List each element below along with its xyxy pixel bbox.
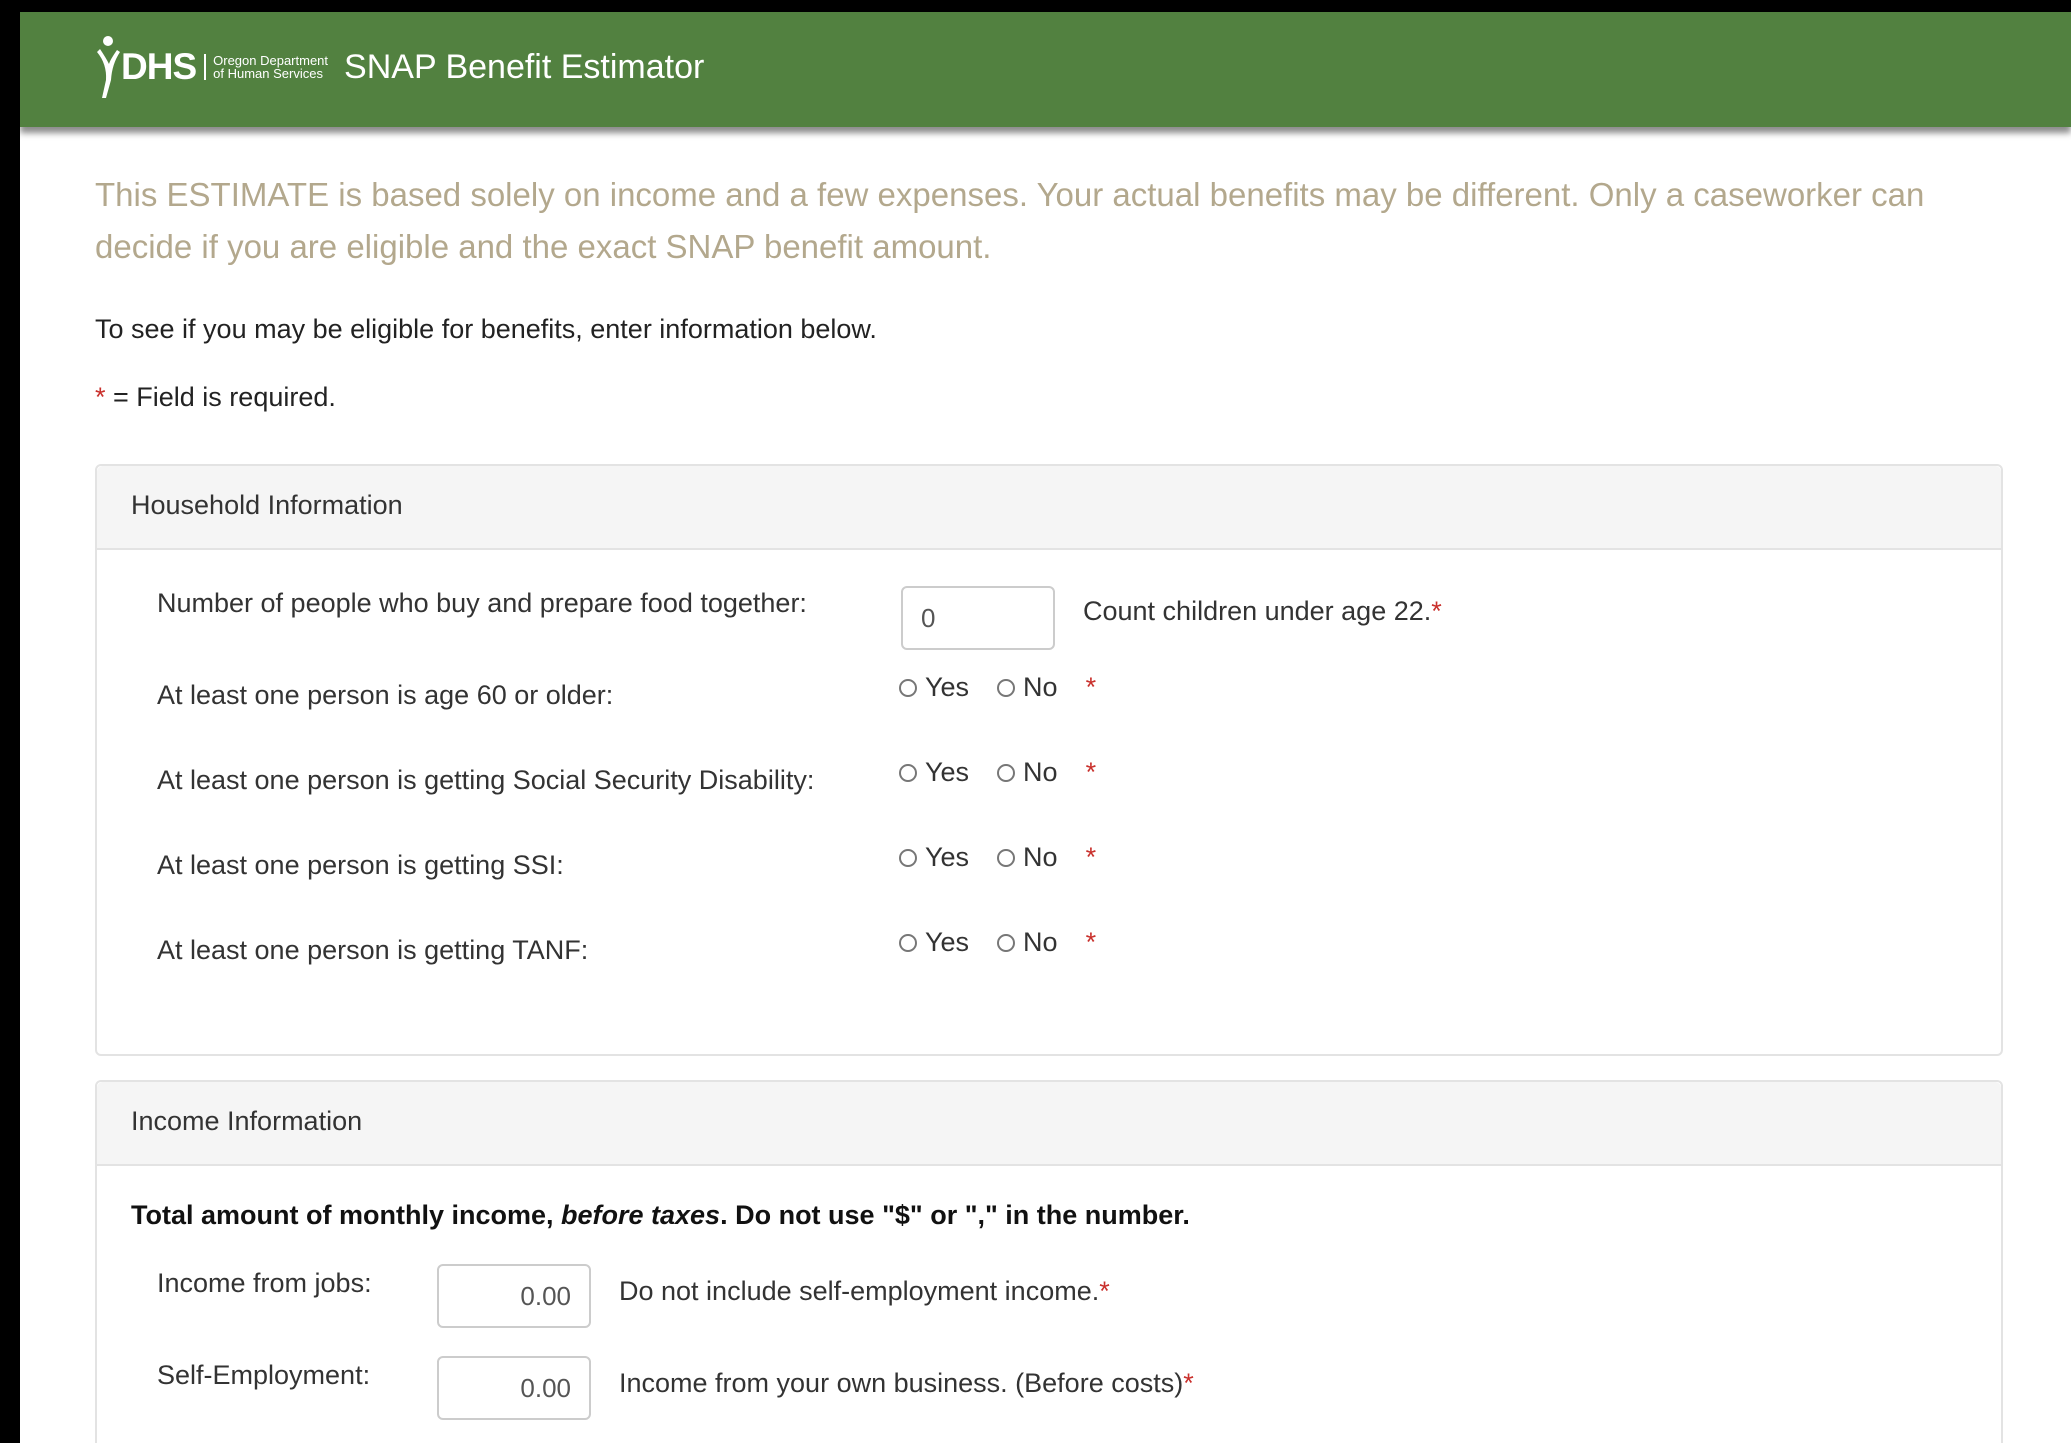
age-60-no-radio[interactable] [997,678,1016,697]
ssd-radio-group: Yes No * [899,757,1096,788]
required-star: * [95,382,106,412]
required-legend: * = Field is required. [95,382,336,413]
app-title: SNAP Benefit Estimator [344,47,705,86]
age-60-no-option[interactable]: No [997,672,1058,703]
tanf-row: At least one person is getting TANF: Yes… [157,919,1937,979]
income-panel: Income Information Total amount of month… [95,1080,2003,1443]
age-60-row: At least one person is age 60 or older: … [157,664,1937,724]
income-instructions-part2: . Do not use "$" or "," in the number. [720,1200,1190,1230]
ssd-yes-radio[interactable] [899,763,917,782]
ssi-no-radio[interactable] [997,848,1016,867]
tanf-yes-radio[interactable] [899,933,917,952]
ssi-radio-group: Yes No * [899,842,1096,873]
age-60-radio-group: Yes No * [899,672,1096,703]
tanf-radio-group: Yes No * [899,927,1096,958]
ssi-no-label[interactable]: No [1023,842,1058,873]
intro-text: To see if you may be eligible for benefi… [95,314,877,344]
income-instructions: Total amount of monthly income, before t… [131,1200,1190,1231]
required-star: * [1085,757,1097,787]
tanf-no-radio[interactable] [997,933,1016,952]
ssi-label: At least one person is getting SSI: [157,850,564,880]
tanf-no-label[interactable]: No [1023,927,1058,958]
household-panel: Household Information Number of people w… [95,464,2003,1056]
ssd-yes-label[interactable]: Yes [925,757,969,788]
brand[interactable]: DHS Oregon Department of Human Services … [93,32,704,102]
ssi-row: At least one person is getting SSI: Yes … [157,834,1937,894]
age-60-label: At least one person is age 60 or older: [157,680,614,710]
tanf-label: At least one person is getting TANF: [157,935,589,965]
income-panel-title: Income Information [131,1106,363,1136]
people-count-row: Number of people who buy and prepare foo… [157,586,1937,650]
self-employment-help-text: Income from your own business. (Before c… [619,1368,1184,1398]
logo-org-name: Oregon Department of Human Services [213,54,328,80]
required-star: * [1085,927,1097,957]
age-60-yes-option[interactable]: Yes [899,672,969,703]
self-employment-help: Income from your own business. (Before c… [619,1368,1194,1399]
ssi-no-option[interactable]: No [997,842,1058,873]
dhs-figure-icon [97,36,120,98]
ssd-row: At least one person is getting Social Se… [157,749,1937,809]
required-star: * [1085,842,1097,872]
people-count-help: Count children under age 22.* [1083,596,1442,627]
jobs-income-input[interactable] [437,1264,591,1328]
ssd-label: At least one person is getting Social Se… [157,765,815,795]
age-60-yes-radio[interactable] [899,678,917,697]
household-panel-title: Household Information [131,490,403,520]
ssd-yes-option[interactable]: Yes [899,757,969,788]
tanf-yes-option[interactable]: Yes [899,927,969,958]
jobs-income-label: Income from jobs: [157,1268,372,1298]
browser-viewport: DHS Oregon Department of Human Services … [20,12,2071,1443]
required-star: * [1431,596,1442,626]
required-star: * [1085,672,1097,702]
self-employment-row: Self-Employment: Income from your own bu… [157,1356,1937,1420]
ssi-yes-radio[interactable] [899,848,917,867]
income-instructions-part1: Total amount of monthly income, [131,1200,561,1230]
household-panel-header: Household Information [97,466,2001,550]
people-count-input[interactable] [901,586,1055,650]
jobs-income-help-text: Do not include self-employment income. [619,1276,1100,1306]
estimate-notice: This ESTIMATE is based solely on income … [95,176,1925,265]
tanf-no-option[interactable]: No [997,927,1058,958]
jobs-income-row: Income from jobs: Do not include self-em… [157,1264,1937,1328]
ssi-yes-label[interactable]: Yes [925,842,969,873]
ssd-no-label[interactable]: No [1023,757,1058,788]
ssi-yes-option[interactable]: Yes [899,842,969,873]
required-star: * [1183,1368,1194,1398]
required-star: * [1099,1276,1110,1306]
people-count-label: Number of people who buy and prepare foo… [157,588,807,618]
self-employment-label: Self-Employment: [157,1360,371,1390]
income-panel-header: Income Information [97,1082,2001,1166]
age-60-no-label[interactable]: No [1023,672,1058,703]
tanf-yes-label[interactable]: Yes [925,927,969,958]
self-employment-input[interactable] [437,1356,591,1420]
jobs-income-help: Do not include self-employment income.* [619,1276,1110,1307]
logo-text: DHS [121,46,197,87]
logo-divider [204,54,207,80]
header-bar: DHS Oregon Department of Human Services … [20,12,2071,127]
logo-org-line2: of Human Services [213,66,323,81]
ssd-no-option[interactable]: No [997,757,1058,788]
required-legend-text: = Field is required. [105,382,336,412]
ssd-no-radio[interactable] [997,763,1016,782]
income-instructions-emphasis: before taxes [561,1200,721,1230]
age-60-yes-label[interactable]: Yes [925,672,969,703]
people-count-help-text: Count children under age 22. [1083,596,1432,626]
